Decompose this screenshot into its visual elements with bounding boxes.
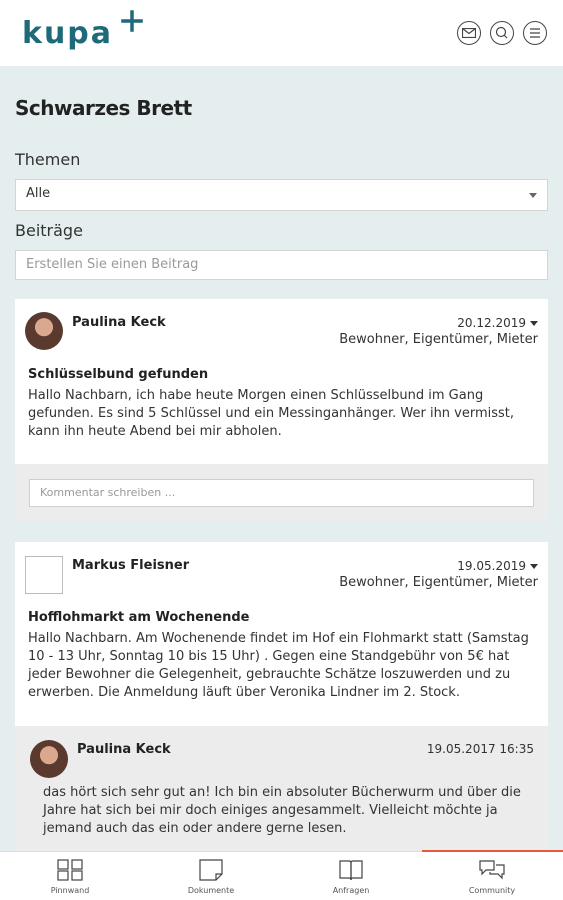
post-body: Hallo Nachbarn, ich habe heute Morgen ei… [28,388,515,439]
post-date: 19.05.2019 [457,559,526,573]
app-header: kupa [0,0,563,66]
nav-item-community[interactable]: Community [422,852,562,900]
nav-item-dokumente[interactable]: Dokumente [141,852,281,900]
chevron-down-icon [530,564,538,569]
comment-input[interactable]: Kommentar schreiben ... [29,479,534,507]
comment-thread: Paulina Keck 19.05.2017 16:35 das hört s… [15,726,548,851]
nav-label: Dokumente [187,886,235,895]
chat-bubbles-icon [479,860,505,880]
nav-label: Pinnwand [50,886,90,895]
nav-label: Community [468,886,516,895]
post-title: Schlüsselbund gefunden [28,367,209,382]
nav-item-pinnwand[interactable]: Pinnwand [0,852,140,900]
chevron-down-icon [529,193,537,198]
post-roles: Bewohner, Eigentümer, Mieter [339,332,538,347]
nav-label: Anfragen [332,886,370,895]
mail-icon[interactable] [457,21,481,45]
post-author[interactable]: Markus Fleisner [72,558,189,573]
create-post-input[interactable]: Erstellen Sie einen Beitrag [15,250,548,280]
themes-select-value: Alle [26,186,51,201]
post-roles: Bewohner, Eigentümer, Mieter [339,575,538,590]
grid-icon [57,859,83,881]
post-card: Paulina Keck 20.12.2019 Bewohner, Eigent… [15,299,548,464]
avatar[interactable] [30,740,68,778]
page-title: Schwarzes Brett [15,96,192,120]
posts-label: Beiträge [15,221,83,240]
avatar[interactable] [25,312,63,350]
document-icon [199,859,223,881]
chevron-down-icon [530,321,538,326]
post-date-menu[interactable]: 19.05.2019 [457,559,538,573]
themes-select[interactable]: Alle [15,179,548,211]
comment-body: das hört sich sehr gut an! Ich bin ein a… [43,785,521,836]
chat-icon[interactable] [490,21,514,45]
post-author[interactable]: Paulina Keck [72,315,166,330]
nav-item-anfragen[interactable]: Anfragen [281,852,421,900]
themes-label: Themen [15,150,81,169]
comment-date: 19.05.2017 16:35 [426,742,534,756]
post-date: 20.12.2019 [457,316,526,330]
main-content: Schwarzes Brett Themen Alle Beiträge Ers… [0,66,563,851]
post-title: Hofflohmarkt am Wochenende [28,610,250,625]
comment-section: Kommentar schreiben ... [15,464,548,522]
logo-plus-icon [121,10,143,32]
bottom-navigation: Pinnwand Dokumente Anfragen Community [0,850,563,900]
menu-icon[interactable] [523,21,547,45]
avatar[interactable] [25,556,63,594]
post-body: Hallo Nachbarn. Am Wochenende findet im … [28,631,529,700]
kupa-logo[interactable]: kupa [22,16,113,51]
book-icon [339,860,363,881]
comment-author[interactable]: Paulina Keck [77,742,171,757]
post-date-menu[interactable]: 20.12.2019 [457,316,538,330]
post-card: Markus Fleisner 19.05.2019 Bewohner, Eig… [15,542,548,726]
